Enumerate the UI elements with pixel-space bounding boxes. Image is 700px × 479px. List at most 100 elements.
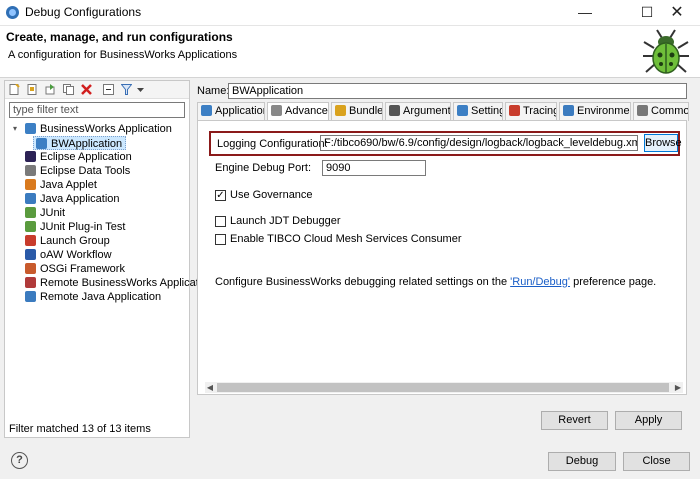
- osgi-icon: [25, 263, 36, 274]
- tree-item-label: BusinessWorks Application: [40, 123, 172, 135]
- tree-item[interactable]: Remote BusinessWorks Application: [11, 276, 213, 290]
- help-icon[interactable]: ?: [11, 452, 28, 469]
- tree-item-label: JUnit Plug-in Test: [40, 221, 126, 233]
- horizontal-scrollbar[interactable]: ◀ ▶: [205, 382, 683, 393]
- tree-item-label: Java Applet: [40, 179, 97, 191]
- engine-debug-port-label: Engine Debug Port:: [215, 162, 312, 174]
- tree-item[interactable]: Launch Group: [11, 234, 189, 248]
- browse-button[interactable]: Browse: [644, 134, 682, 152]
- tree-item[interactable]: oAW Workflow: [11, 248, 189, 262]
- tab-common[interactable]: Common: [633, 102, 689, 121]
- tab-bundles[interactable]: Bundles: [331, 102, 383, 121]
- remote-bw-icon: [25, 277, 36, 288]
- scrollbar-thumb[interactable]: [217, 383, 669, 392]
- use-governance-checkbox[interactable]: ✓: [215, 190, 226, 201]
- tree-item[interactable]: Java Application: [11, 192, 189, 206]
- debug-button[interactable]: Debug: [548, 452, 616, 471]
- tree-item-label: Eclipse Application: [40, 151, 132, 163]
- new-prototype-icon[interactable]: [27, 84, 38, 95]
- tree-item-label: Eclipse Data Tools: [40, 165, 131, 177]
- configure-debugging-text: Configure BusinessWorks debugging relate…: [215, 276, 656, 288]
- tree-item-label: Java Application: [40, 193, 120, 205]
- tab-applications[interactable]: Applications: [197, 102, 265, 121]
- environment-icon: [563, 105, 574, 116]
- advanced-icon: [271, 105, 282, 116]
- scroll-left-icon[interactable]: ◀: [205, 382, 215, 393]
- delete-config-icon[interactable]: [81, 84, 92, 95]
- bundles-icon: [335, 105, 346, 116]
- tree-item-label: Remote BusinessWorks Application: [40, 277, 214, 289]
- export-config-icon[interactable]: [45, 84, 56, 95]
- logging-config-field[interactable]: F:/tibco690/bw/6.9/config/design/logback…: [320, 135, 638, 151]
- name-field[interactable]: BWApplication: [228, 83, 687, 99]
- tab-advanced[interactable]: Advanced: [267, 102, 329, 122]
- configuration-tree: ▾ BusinessWorks Application BWApplication E…: [11, 122, 213, 304]
- tree-toolbar: [5, 81, 189, 99]
- configure-text-post: preference page.: [570, 276, 657, 288]
- tree-item[interactable]: Remote Java Application: [11, 290, 189, 304]
- tab-tracing[interactable]: Tracing: [505, 102, 557, 121]
- common-icon: [637, 105, 648, 116]
- tab-label: Common: [651, 105, 689, 117]
- tree-item[interactable]: Eclipse Data Tools: [11, 164, 189, 178]
- java-app-icon: [25, 193, 36, 204]
- configuration-tree-panel: ▾BusinessWorks ApplicationBWApplicationE…: [4, 80, 213, 438]
- duplicate-config-icon[interactable]: [63, 84, 74, 95]
- debug-bug-icon: [643, 29, 689, 74]
- tree-item-label: Launch Group: [40, 235, 110, 247]
- run-debug-preference-link[interactable]: 'Run/Debug': [510, 276, 570, 288]
- apply-button[interactable]: Apply: [615, 411, 682, 430]
- collapse-all-icon[interactable]: [103, 84, 114, 95]
- close-window-button[interactable]: ✕: [654, 0, 700, 25]
- expand-chevron-icon[interactable]: ▾: [13, 122, 23, 136]
- tree-item[interactable]: ▾ BusinessWorks Application: [11, 122, 189, 136]
- tab-arguments[interactable]: Arguments: [385, 102, 451, 121]
- close-button[interactable]: Close: [623, 452, 690, 471]
- cloud-mesh-label: Enable TIBCO Cloud Mesh Services Consume…: [230, 233, 462, 245]
- tree-item[interactable]: Eclipse Application: [11, 150, 189, 164]
- configuration-editor-panel: Name: BWApplication Applications Advanced…: [193, 80, 690, 438]
- header-title: Create, manage, and run configurations: [6, 30, 233, 44]
- revert-button[interactable]: Revert: [541, 411, 608, 430]
- logging-config-highlight: Logging Configuration: F:/tibco690/bw/6.…: [209, 131, 682, 156]
- use-governance-label: Use Governance: [230, 189, 313, 201]
- tree-item[interactable]: JUnit Plug-in Test: [11, 220, 189, 234]
- filter-icon[interactable]: [121, 84, 132, 95]
- app-icon: [6, 6, 19, 19]
- java-applet-icon: [25, 179, 36, 190]
- applications-icon: [201, 105, 212, 116]
- tree-item[interactable]: Java Applet: [11, 178, 189, 192]
- tree-item-label: Remote Java Application: [40, 291, 162, 303]
- cloud-mesh-checkbox[interactable]: [215, 234, 226, 245]
- workflow-icon: [25, 249, 36, 260]
- tree-item[interactable]: JUnit: [11, 206, 189, 220]
- scroll-right-icon[interactable]: ▶: [673, 382, 683, 393]
- tab-label: Applications: [215, 105, 264, 117]
- chevron-down-icon[interactable]: [135, 84, 146, 95]
- launch-group-icon: [25, 235, 36, 246]
- engine-debug-port-field[interactable]: 9090: [322, 160, 426, 176]
- tab-label: Tracing: [523, 105, 557, 117]
- filter-input[interactable]: [9, 102, 185, 118]
- dialog-header: Create, manage, and run configurations A…: [0, 26, 700, 78]
- tab-settings[interactable]: Settings: [453, 102, 503, 121]
- filter-status-text: Filter matched 13 of 13 items: [9, 423, 151, 435]
- launch-jdt-debugger-checkbox[interactable]: [215, 216, 226, 227]
- tracing-icon: [509, 105, 520, 116]
- launch-jdt-debugger-label: Launch JDT Debugger: [230, 215, 341, 227]
- config-tabs: Applications Advanced Bundles Arguments Sett…: [197, 102, 689, 122]
- configure-text-pre: Configure BusinessWorks debugging relate…: [215, 276, 511, 288]
- data-tools-icon: [25, 165, 36, 176]
- minimize-button[interactable]: —: [562, 0, 608, 25]
- settings-icon: [457, 105, 468, 116]
- tree-item[interactable]: OSGi Framework: [11, 262, 189, 276]
- eclipse-icon: [25, 151, 36, 162]
- junit-icon: [25, 207, 36, 218]
- new-config-icon[interactable]: [9, 84, 20, 95]
- tab-environment[interactable]: Environment: [559, 102, 631, 121]
- tree-item[interactable]: BWApplication: [33, 136, 127, 150]
- logging-config-label: Logging Configuration:: [217, 138, 328, 150]
- businessworks-icon: [25, 123, 36, 134]
- bw-config-icon: [36, 138, 47, 149]
- header-subtitle: A configuration for BusinessWorks Applic…: [8, 49, 238, 61]
